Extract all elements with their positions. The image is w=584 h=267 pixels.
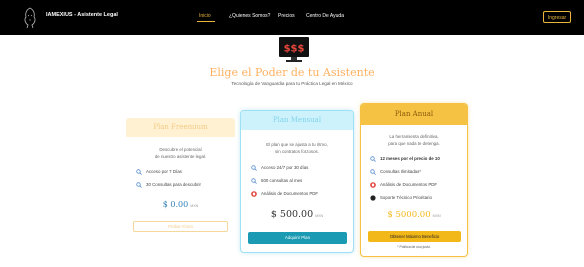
nav-link-quienes-somos[interactable]: ¿Quienes Somos? xyxy=(229,13,270,19)
plan-description-line: sin contratos forzosos. xyxy=(275,149,319,154)
adquirir-plan-button[interactable]: Adquirir Plan xyxy=(248,232,347,244)
nav-link-precios[interactable]: Precios xyxy=(278,13,295,19)
support-dot-icon xyxy=(370,195,376,201)
top-navbar: IAMEXIUS - Asistente Legal Inicio ¿Quien… xyxy=(0,0,584,35)
magnifier-icon xyxy=(251,178,257,184)
plan-description-line: de nuestro asistente legal. xyxy=(154,154,207,159)
plan-price: $ 5000.00 MXN xyxy=(387,210,441,220)
plan-price: $ 0.00 MXN xyxy=(162,200,199,209)
pdf-icon xyxy=(370,182,376,188)
plan-feature: 30 Consultas para descubrir xyxy=(136,182,201,188)
login-button[interactable]: Ingresar xyxy=(543,11,571,23)
plan-feature: 12 meses por el precio de 10 xyxy=(370,156,440,162)
plan-feature: Acceso por 7 Días xyxy=(136,169,182,175)
plan-feature: Consultas Ilimitadas* xyxy=(370,169,421,175)
obtener-maximo-beneficio-button[interactable]: Obtener Máximo Beneficio xyxy=(368,231,461,242)
magnifier-icon xyxy=(370,156,376,162)
magnifier-icon xyxy=(136,182,142,188)
plan-card-anual: Plan Anual La herramienta definitiva, pa… xyxy=(360,103,468,257)
plan-price: $ 500.00 MXN xyxy=(270,209,324,220)
plan-feature: Análisis de Documentos PDF xyxy=(370,182,437,188)
plan-description-line: para que nada te detenga. xyxy=(388,141,440,146)
plan-feature: Análisis de Documentos PDF xyxy=(251,191,318,197)
plan-card-mensual: Plan Mensual El plan que se ajusta a tu … xyxy=(240,110,354,253)
probar-ahora-button[interactable]: Probar Ahora xyxy=(133,221,228,232)
plan-title: Plan Freemium xyxy=(126,118,235,137)
plan-feature: Soporte Técnico Prioritario xyxy=(370,195,432,201)
nav-active-indicator xyxy=(197,21,215,22)
plan-feature: 500 consultas al mes xyxy=(251,178,302,184)
plan-card-freemium: Plan Freemium Descubre el potencial de n… xyxy=(126,118,235,240)
brand-name[interactable]: IAMEXIUS - Asistente Legal xyxy=(46,12,118,18)
plan-title: Plan Mensual xyxy=(241,111,353,130)
nav-link-inicio[interactable]: Inicio xyxy=(199,13,211,19)
nav-link-centro-ayuda[interactable]: Centro De Ayuda xyxy=(306,13,344,19)
plan-description-line: La herramienta definitiva, xyxy=(389,134,439,139)
magnifier-icon xyxy=(370,169,376,175)
magnifier-icon xyxy=(251,165,257,171)
svg-text:$$$: $$$ xyxy=(284,44,305,55)
plan-feature: Acceso 24/7 por 30 días xyxy=(251,165,308,171)
plan-description-line: Descubre el potencial xyxy=(159,147,202,152)
hero-title: Elige el Poder de tu Asistente xyxy=(209,66,375,79)
pdf-icon xyxy=(251,191,257,197)
plan-title: Plan Anual xyxy=(361,104,467,125)
fair-use-note: * Política de uso justo. xyxy=(397,245,431,249)
money-monitor-icon: $$$ xyxy=(279,37,309,62)
magnifier-icon xyxy=(136,169,142,175)
lion-logo-icon[interactable] xyxy=(22,7,38,29)
hero-subtitle: Tecnología de Vanguardia para tu Práctic… xyxy=(231,81,353,86)
plan-description-line: El plan que se ajusta a tu ritmo, xyxy=(266,142,328,147)
